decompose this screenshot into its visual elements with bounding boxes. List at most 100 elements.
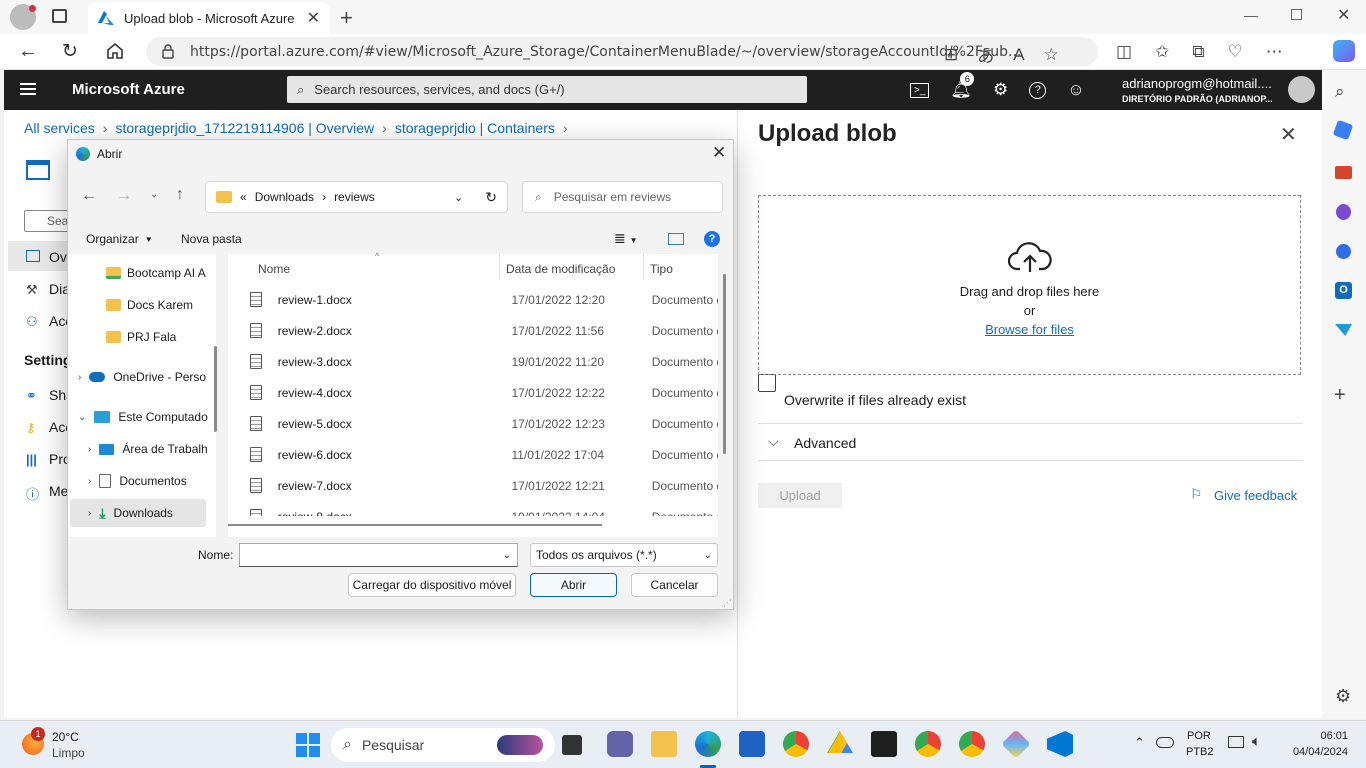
dialog-search-input[interactable]: ⌕ Pesquisar em reviews [522,181,723,213]
file-row[interactable]: review-1.docx 17/01/2022 12:20 Documento d [246,284,718,315]
feedback-icon[interactable]: ☺ [1067,80,1084,100]
home-icon[interactable] [106,42,124,60]
vscode-icon[interactable] [1047,731,1073,757]
browser-tab[interactable]: Upload blob - Microsoft Azure ✕ [88,2,330,34]
read-aloud-icon[interactable]: A [1013,45,1024,65]
weather-temp[interactable]: 20°C [52,730,79,744]
path-dropdown-icon[interactable]: ⌄ [454,191,463,204]
nav-item-downloads[interactable]: › ⤓ Downloads [88,499,210,527]
organize-button[interactable]: Organizar ▼ [86,232,153,246]
google-drive-icon[interactable] [827,731,853,754]
avatar[interactable] [1288,76,1315,103]
menu-item-overview[interactable]: Ov [49,249,67,265]
collections-icon[interactable]: ⧉ [1192,42,1204,62]
up-arrow-icon[interactable]: ↑ [176,186,184,204]
chevron-right-icon[interactable]: › [88,476,91,487]
chevron-down-icon[interactable]: ⌵ [768,433,779,450]
app-available-icon[interactable]: ⊞ [944,45,958,65]
nav-item-bootcamp[interactable]: Bootcamp AI A [106,259,210,287]
shopping-tag-icon[interactable] [1332,119,1354,141]
chrome-icon[interactable] [783,731,809,757]
file-row[interactable]: review-8.docx19/01/2022 14:04Documento d [246,501,718,516]
profile-icon[interactable] [10,4,36,30]
close-window-icon[interactable]: ✕ [1337,5,1350,25]
recent-locations-icon[interactable]: ⌄ [150,189,158,200]
teams-icon[interactable] [607,731,633,757]
drop-icon[interactable] [1335,324,1352,336]
chevron-right-icon[interactable]: › [88,444,91,455]
overwrite-checkbox[interactable] [758,374,776,392]
file-row[interactable]: review-5.docx 17/01/2022 12:23 Documento d [246,408,718,439]
file-row[interactable]: review-4.docx 17/01/2022 12:22 Documento d [246,377,718,408]
nav-item-docs-karem[interactable]: Docs Karem [106,291,210,319]
nav-item-documents[interactable]: › Documentos [88,467,210,495]
resize-grip-icon[interactable]: ⋰ [723,598,732,609]
refresh-path-icon[interactable]: ↻ [485,189,497,206]
file-row[interactable]: review-2.docx 17/01/2022 11:56 Documento d [246,315,718,346]
split-screen-icon[interactable]: ◫ [1116,42,1132,62]
refresh-icon[interactable]: ↻ [62,40,78,63]
store-icon[interactable] [739,731,765,757]
back-icon[interactable]: ← [18,40,38,63]
view-options-icon[interactable]: ≣ ▼ [614,230,638,247]
path-downloads[interactable]: Downloads [255,190,314,204]
nav-item-this-pc[interactable]: ⌄ Este Computado [78,403,210,431]
favorites-icon[interactable]: ✩ [1155,42,1169,62]
filename-input[interactable]: ⌄ [239,543,518,567]
copilot-icon[interactable] [1333,40,1355,62]
close-panel-icon[interactable]: ✕ [1280,122,1297,147]
language[interactable]: POR [1187,730,1211,742]
more-menu-icon[interactable]: ⋯ [1266,42,1283,62]
nav-item-desktop[interactable]: › Área de Trabalh [88,435,210,463]
chevron-up-icon[interactable]: ⌃ [1134,735,1145,751]
file-row[interactable]: review-6.docx 11/01/2022 17:04 Documento d [246,439,718,470]
tab-actions-icon[interactable] [52,9,67,23]
outlook-icon[interactable]: O [1335,282,1352,299]
task-view-icon[interactable] [562,735,582,755]
path-bar[interactable]: « Downloads › reviews ⌄ ↻ [205,181,508,213]
chevron-down-icon[interactable]: ⌄ [78,412,86,423]
close-tab-icon[interactable]: ✕ [307,8,320,28]
weather-desc[interactable]: Limpo [52,746,85,760]
sticky-notes-icon[interactable] [871,731,897,757]
tools-icon[interactable] [1335,166,1352,179]
help-icon[interactable]: ? [1029,81,1047,99]
file-row[interactable]: review-7.docx 17/01/2022 12:21 Documento d [246,470,718,501]
browse-files-link[interactable]: Browse for files [759,322,1300,337]
restore-icon[interactable] [1291,9,1302,20]
hamburger-menu-icon[interactable] [20,83,36,95]
forward-arrow-icon[interactable]: → [116,187,132,205]
microsoft365-icon[interactable] [1336,244,1351,259]
path-reviews[interactable]: reviews [334,190,375,204]
preview-pane-icon[interactable] [668,233,684,245]
vertical-scrollbar[interactable] [723,274,726,454]
mobile-upload-button[interactable]: Carregar do dispositivo móvel [348,573,516,597]
clock-date[interactable]: 04/04/2024 [1282,746,1348,758]
chevron-right-icon[interactable]: › [78,372,81,383]
breadcrumb-containers[interactable]: storageprjdio | Containers [395,120,555,136]
favorite-star-icon[interactable]: ☆ [1044,45,1059,65]
volume-icon[interactable]: 🔈︎ [1252,733,1261,750]
breadcrumb-storage-overview[interactable]: storageprjdio_1712219114906 | Overview [115,120,374,136]
menu-item-metadata[interactable]: Me [49,483,68,499]
file-row[interactable]: review-3.docx 19/01/2022 11:20 Documento d [246,346,718,377]
browser-essentials-icon[interactable]: ♡ [1227,42,1242,62]
close-dialog-icon[interactable]: ✕ [712,143,726,163]
drop-zone[interactable]: Drag and drop files here or Browse for f… [758,195,1301,375]
start-icon[interactable] [296,733,320,757]
settings-icon[interactable]: ⚙ [993,80,1008,100]
open-button[interactable]: Abrir [530,573,617,597]
advanced-toggle[interactable]: Advanced [794,435,856,451]
azure-search-box[interactable]: ⌕ Search resources, services, and docs (… [287,76,807,103]
keyboard-layout[interactable]: PTB2 [1186,746,1214,758]
nav-scrollbar[interactable] [214,346,217,432]
chevron-right-icon[interactable]: › [88,508,91,519]
cloud-shell-icon[interactable]: >_ [910,82,930,98]
feedback-person-icon[interactable]: ⚐ [1190,486,1203,503]
minimize-icon[interactable]: — [1244,7,1258,23]
user-email[interactable]: adrianoprogm@hotmail.... [1122,76,1272,91]
chrome-profile-icon[interactable] [915,731,941,757]
nav-item-prj-fala[interactable]: PRJ Fala [106,323,210,351]
breadcrumb-all-services[interactable]: All services [24,120,95,136]
clock-time[interactable]: 06:01 [1308,730,1348,742]
